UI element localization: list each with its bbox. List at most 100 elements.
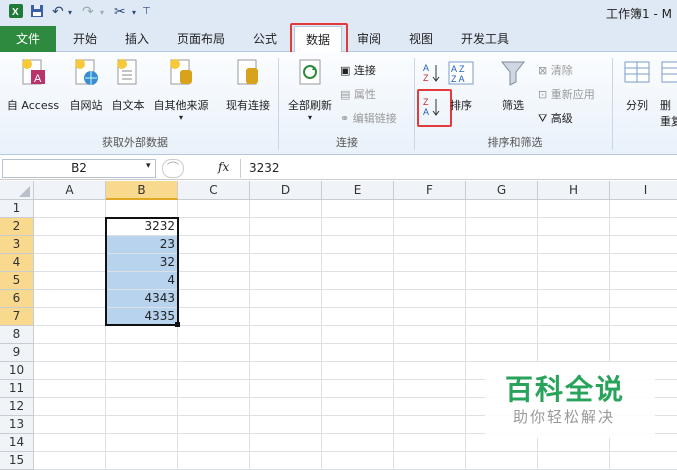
cell-f13[interactable]	[394, 416, 466, 434]
cell-g5[interactable]	[466, 272, 538, 290]
redo-dropdown-icon[interactable]: ▾	[100, 8, 104, 26]
cell-h1[interactable]	[538, 200, 610, 218]
cell-a5[interactable]	[34, 272, 106, 290]
cell-i2[interactable]	[610, 218, 677, 236]
filter-button[interactable]: 筛选	[496, 58, 530, 113]
cell-e7[interactable]	[322, 308, 394, 326]
cell-d14[interactable]	[250, 434, 322, 452]
name-box-dropdown-icon[interactable]: ▾	[146, 161, 151, 171]
cell-a4[interactable]	[34, 254, 106, 272]
column-header-f[interactable]: F	[394, 181, 466, 200]
cell-i1[interactable]	[610, 200, 677, 218]
cell-e10[interactable]	[322, 362, 394, 380]
cell-b11[interactable]	[106, 380, 178, 398]
row-header-14[interactable]: 14	[0, 434, 34, 452]
row-header-11[interactable]: 11	[0, 380, 34, 398]
cell-g1[interactable]	[466, 200, 538, 218]
row-header-10[interactable]: 10	[0, 362, 34, 380]
cell-c14[interactable]	[178, 434, 250, 452]
from-text-button[interactable]: 自文本	[108, 58, 148, 113]
cell-i4[interactable]	[610, 254, 677, 272]
fill-handle[interactable]	[175, 322, 180, 327]
row-header-5[interactable]: 5	[0, 272, 34, 290]
cell-b8[interactable]	[106, 326, 178, 344]
cell-a2[interactable]	[34, 218, 106, 236]
from-web-button[interactable]: 自网站	[64, 58, 108, 113]
cell-a1[interactable]	[34, 200, 106, 218]
cell-c8[interactable]	[178, 326, 250, 344]
cell-h6[interactable]	[538, 290, 610, 308]
cell-a7[interactable]	[34, 308, 106, 326]
cell-h3[interactable]	[538, 236, 610, 254]
cell-f4[interactable]	[394, 254, 466, 272]
cell-c15[interactable]	[178, 452, 250, 470]
row-header-3[interactable]: 3	[0, 236, 34, 254]
cell-d9[interactable]	[250, 344, 322, 362]
cell-e4[interactable]	[322, 254, 394, 272]
row-header-9[interactable]: 9	[0, 344, 34, 362]
cell-f6[interactable]	[394, 290, 466, 308]
cell-e9[interactable]	[322, 344, 394, 362]
cell-a3[interactable]	[34, 236, 106, 254]
cell-c11[interactable]	[178, 380, 250, 398]
cell-c1[interactable]	[178, 200, 250, 218]
refresh-all-button[interactable]: 全部刷新 ▾	[284, 58, 336, 122]
cell-f2[interactable]	[394, 218, 466, 236]
column-header-e[interactable]: E	[322, 181, 394, 200]
cell-e8[interactable]	[322, 326, 394, 344]
cell-a13[interactable]	[34, 416, 106, 434]
cell-e5[interactable]	[322, 272, 394, 290]
cell-g6[interactable]	[466, 290, 538, 308]
cell-g7[interactable]	[466, 308, 538, 326]
cell-f9[interactable]	[394, 344, 466, 362]
cell-d11[interactable]	[250, 380, 322, 398]
cell-b13[interactable]	[106, 416, 178, 434]
cell-c13[interactable]	[178, 416, 250, 434]
from-other-sources-button[interactable]: 自其他来源 ▾	[150, 58, 212, 122]
column-header-d[interactable]: D	[250, 181, 322, 200]
row-header-6[interactable]: 6	[0, 290, 34, 308]
cell-b9[interactable]	[106, 344, 178, 362]
cell-a11[interactable]	[34, 380, 106, 398]
undo-icon[interactable]: ↶	[52, 4, 64, 22]
cell-f14[interactable]	[394, 434, 466, 452]
cell-i8[interactable]	[610, 326, 677, 344]
cell-c10[interactable]	[178, 362, 250, 380]
reapply-button[interactable]: ⊡ 重新应用	[538, 86, 595, 102]
save-icon[interactable]	[30, 4, 44, 22]
cell-d10[interactable]	[250, 362, 322, 380]
cell-d2[interactable]	[250, 218, 322, 236]
cell-a14[interactable]	[34, 434, 106, 452]
edit-links-button[interactable]: ⚭ 编辑链接	[340, 110, 397, 126]
row-header-15[interactable]: 15	[0, 452, 34, 470]
redo-icon[interactable]: ↷	[82, 4, 94, 22]
cell-c9[interactable]	[178, 344, 250, 362]
undo-dropdown-icon[interactable]: ▾	[68, 8, 72, 26]
cell-c7[interactable]	[178, 308, 250, 326]
cell-i5[interactable]	[610, 272, 677, 290]
cell-e3[interactable]	[322, 236, 394, 254]
cell-e1[interactable]	[322, 200, 394, 218]
column-header-g[interactable]: G	[466, 181, 538, 200]
cell-c12[interactable]	[178, 398, 250, 416]
insert-function-icon[interactable]: fx	[218, 160, 229, 174]
cell-a8[interactable]	[34, 326, 106, 344]
cell-c3[interactable]	[178, 236, 250, 254]
cell-b14[interactable]	[106, 434, 178, 452]
cell-h4[interactable]	[538, 254, 610, 272]
column-header-b[interactable]: B	[106, 181, 178, 200]
cell-c6[interactable]	[178, 290, 250, 308]
tab-developer[interactable]: 开发工具	[452, 26, 518, 52]
cell-i15[interactable]	[610, 452, 677, 470]
tab-formulas[interactable]: 公式	[242, 26, 288, 52]
cell-b12[interactable]	[106, 398, 178, 416]
cell-e12[interactable]	[322, 398, 394, 416]
row-header-12[interactable]: 12	[0, 398, 34, 416]
sort-ascending-button[interactable]: AZ	[422, 62, 442, 87]
cell-g8[interactable]	[466, 326, 538, 344]
cell-h15[interactable]	[538, 452, 610, 470]
formula-input[interactable]: 3232	[240, 159, 677, 178]
row-header-7[interactable]: 7	[0, 308, 34, 326]
cell-a9[interactable]	[34, 344, 106, 362]
cell-f11[interactable]	[394, 380, 466, 398]
